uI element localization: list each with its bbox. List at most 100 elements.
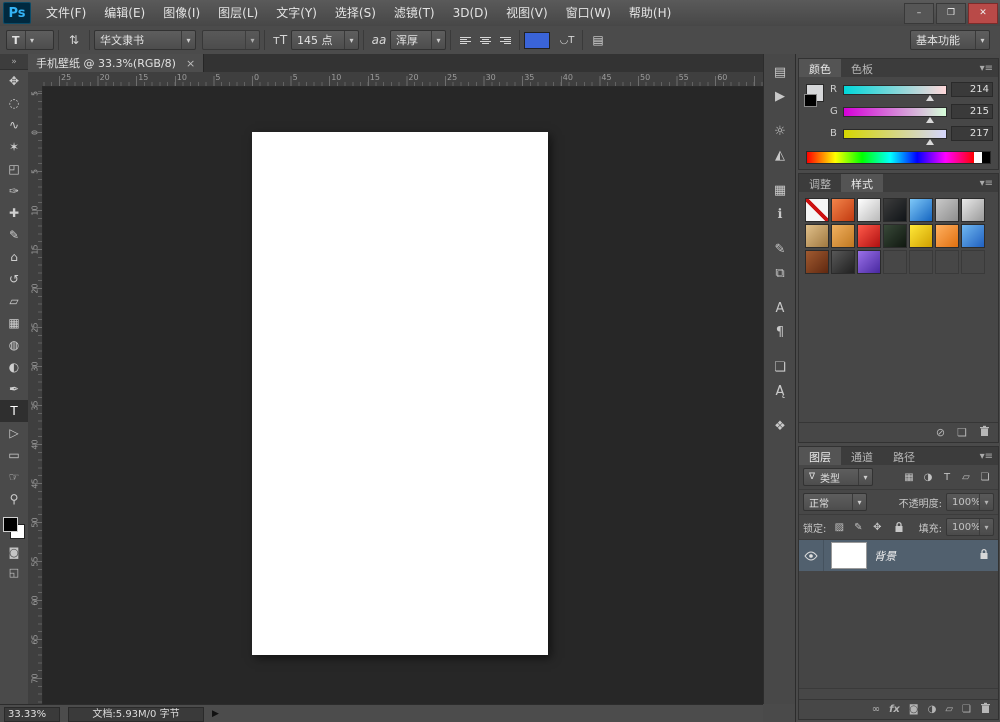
filter-pixel-icon[interactable]: ▦ bbox=[900, 468, 918, 486]
channel-slider-g[interactable] bbox=[843, 107, 947, 117]
zoom-level-field[interactable]: 33.33% bbox=[4, 707, 60, 722]
menu-item-8[interactable]: 视图(V) bbox=[497, 1, 557, 26]
style-swatch-14[interactable] bbox=[805, 250, 829, 274]
menu-item-3[interactable]: 图层(L) bbox=[209, 1, 267, 26]
dock-info-icon[interactable]: ℹ bbox=[764, 202, 796, 226]
layers-tab-1[interactable]: 通道 bbox=[841, 447, 883, 465]
text-orientation-icon[interactable]: ⇅ bbox=[63, 30, 85, 50]
delete-layer-icon[interactable] bbox=[980, 702, 991, 717]
blend-mode-select[interactable]: 正常 ▾ bbox=[803, 493, 867, 511]
font-style-select[interactable]: ▾ bbox=[202, 30, 260, 50]
menu-item-1[interactable]: 编辑(E) bbox=[95, 1, 154, 26]
dock-panel-layout-icon[interactable]: ▤ bbox=[764, 60, 796, 84]
color-tab-1[interactable]: 色板 bbox=[841, 59, 883, 77]
text-color-swatch[interactable] bbox=[524, 32, 550, 49]
menu-item-2[interactable]: 图像(I) bbox=[154, 1, 209, 26]
align-right-button[interactable] bbox=[495, 30, 515, 50]
style-swatch-15[interactable] bbox=[831, 250, 855, 274]
dock-layer-comps-icon[interactable]: ❏ bbox=[764, 355, 796, 379]
menu-item-0[interactable]: 文件(F) bbox=[37, 1, 95, 26]
delete-style-icon[interactable] bbox=[979, 425, 990, 440]
slider-thumb-icon[interactable] bbox=[926, 95, 934, 101]
new-group-icon[interactable]: ▱ bbox=[945, 704, 953, 715]
styles-tab-1[interactable]: 样式 bbox=[841, 174, 883, 192]
tool-hand[interactable]: ☞ bbox=[0, 466, 28, 488]
style-swatch-9[interactable] bbox=[857, 224, 881, 248]
style-swatch-5[interactable] bbox=[935, 198, 959, 222]
tool-zoom[interactable]: ⚲ bbox=[0, 488, 28, 510]
channel-value-b[interactable]: 217 bbox=[951, 126, 993, 141]
tool-blur[interactable]: ◍ bbox=[0, 334, 28, 356]
color-panel-menu-icon[interactable]: ▾≡ bbox=[975, 59, 998, 77]
color-spectrum-bar[interactable] bbox=[806, 151, 991, 164]
channel-value-r[interactable]: 214 bbox=[951, 82, 993, 97]
font-family-select[interactable]: 华文隶书 ▾ bbox=[94, 30, 196, 50]
menu-item-4[interactable]: 文字(Y) bbox=[267, 1, 326, 26]
tool-type[interactable]: T bbox=[0, 400, 28, 422]
style-swatch-16[interactable] bbox=[857, 250, 881, 274]
font-size-select[interactable]: 145 点 ▾ bbox=[291, 30, 359, 50]
warp-text-icon[interactable]: ◡T bbox=[556, 30, 578, 50]
style-swatch-1[interactable] bbox=[831, 198, 855, 222]
align-center-button[interactable] bbox=[475, 30, 495, 50]
clear-style-icon[interactable]: ⊘ bbox=[936, 426, 945, 439]
screen-mode-icon[interactable]: ◱ bbox=[0, 562, 28, 582]
style-swatch-19[interactable] bbox=[935, 250, 959, 274]
link-layers-icon[interactable]: ∞ bbox=[872, 704, 880, 715]
panel-background-swatch[interactable] bbox=[804, 94, 817, 107]
channel-slider-b[interactable] bbox=[843, 129, 947, 139]
styles-panel-menu-icon[interactable]: ▾≡ bbox=[975, 174, 998, 192]
channel-slider-r[interactable] bbox=[843, 85, 947, 95]
tool-gradient[interactable]: ▦ bbox=[0, 312, 28, 334]
layers-tab-2[interactable]: 路径 bbox=[883, 447, 925, 465]
close-button[interactable]: ✕ bbox=[968, 3, 998, 24]
status-expand-icon[interactable]: ▶ bbox=[212, 709, 219, 719]
dock-levels-icon[interactable]: ◭ bbox=[764, 143, 796, 167]
new-layer-icon[interactable]: ❏ bbox=[962, 704, 971, 715]
new-style-icon[interactable]: ❏ bbox=[957, 426, 967, 439]
document-tab[interactable]: 手机壁纸 @ 33.3%(RGB/8) × bbox=[28, 54, 204, 72]
tool-lasso[interactable]: ∿ bbox=[0, 114, 28, 136]
tool-magic-wand[interactable]: ✶ bbox=[0, 136, 28, 158]
menu-item-9[interactable]: 窗口(W) bbox=[557, 1, 620, 26]
dock-paragraph-icon[interactable]: ¶ bbox=[764, 320, 796, 344]
layers-tab-0[interactable]: 图层 bbox=[799, 447, 841, 465]
style-swatch-8[interactable] bbox=[831, 224, 855, 248]
workspace-switcher[interactable]: 基本功能 ▾ bbox=[910, 30, 990, 50]
menu-item-7[interactable]: 3D(D) bbox=[444, 1, 497, 26]
align-left-button[interactable] bbox=[455, 30, 475, 50]
style-swatch-20[interactable] bbox=[961, 250, 985, 274]
layers-panel-menu-icon[interactable]: ▾≡ bbox=[975, 447, 998, 465]
tool-brush[interactable]: ✎ bbox=[0, 224, 28, 246]
dock-brush-settings-icon[interactable]: ✎ bbox=[764, 237, 796, 261]
opacity-select[interactable]: 100% ▾ bbox=[946, 493, 994, 511]
dock-adjustments-icon[interactable]: ☼ bbox=[764, 119, 796, 143]
style-swatch-6[interactable] bbox=[961, 198, 985, 222]
style-swatch-17[interactable] bbox=[883, 250, 907, 274]
tool-history-brush[interactable]: ↺ bbox=[0, 268, 28, 290]
style-swatch-4[interactable] bbox=[909, 198, 933, 222]
tool-eyedropper[interactable]: ✑ bbox=[0, 180, 28, 202]
tool-move[interactable]: ✥ bbox=[0, 70, 28, 92]
filter-type-icon[interactable]: T bbox=[938, 468, 956, 486]
document-canvas[interactable] bbox=[252, 132, 548, 655]
channel-value-g[interactable]: 215 bbox=[951, 104, 993, 119]
quick-mask-icon[interactable]: ◙ bbox=[0, 542, 28, 562]
lock-all-icon[interactable] bbox=[890, 518, 908, 536]
tool-preset-picker[interactable]: T ▾ bbox=[6, 30, 54, 50]
layer-filter-kind-select[interactable]: ∇ 类型 ▾ bbox=[803, 468, 873, 486]
layer-name[interactable]: 背景 bbox=[874, 548, 979, 564]
filter-smart-icon[interactable]: ❏ bbox=[976, 468, 994, 486]
style-swatch-2[interactable] bbox=[857, 198, 881, 222]
dock-3d-icon[interactable]: ❖ bbox=[764, 414, 796, 438]
spectrum-gradient[interactable] bbox=[807, 152, 974, 163]
close-tab-icon[interactable]: × bbox=[186, 57, 195, 70]
menu-item-5[interactable]: 选择(S) bbox=[326, 1, 385, 26]
spectrum-black[interactable] bbox=[982, 152, 990, 163]
anti-alias-select[interactable]: 浑厚 ▾ bbox=[390, 30, 446, 50]
tool-rectangle[interactable]: ▭ bbox=[0, 444, 28, 466]
layer-style-icon[interactable]: fx bbox=[889, 704, 900, 715]
color-tab-0[interactable]: 颜色 bbox=[799, 59, 841, 77]
slider-thumb-icon[interactable] bbox=[926, 117, 934, 123]
tool-marquee[interactable]: ◌ bbox=[0, 92, 28, 114]
